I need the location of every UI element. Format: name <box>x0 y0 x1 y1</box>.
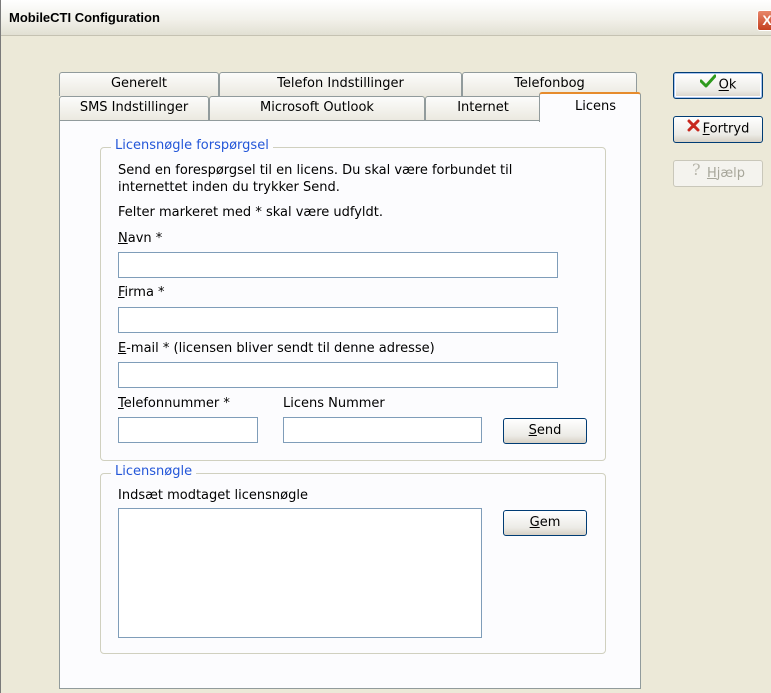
red-x-icon <box>687 117 700 141</box>
close-button[interactable]: X <box>757 10 771 31</box>
phone-label: Telefonnummer * <box>118 396 230 411</box>
name-label-hotkey: N <box>118 231 128 246</box>
cancel-button[interactable]: Fortryd <box>673 116 763 143</box>
name-label-text: avn * <box>127 231 163 246</box>
intro-text-line2: internettet inden du trykker Send. <box>118 180 340 195</box>
help-button: ? Hjælp <box>673 160 763 187</box>
license-number-input[interactable] <box>283 417 482 443</box>
tab-label: Licens <box>574 99 616 114</box>
tab-telefon-indstillinger[interactable]: Telefon Indstillinger <box>219 72 462 96</box>
tab-label: SMS Indstillinger <box>79 100 189 115</box>
ok-button[interactable]: Ok <box>673 72 763 99</box>
name-input[interactable] <box>118 252 558 278</box>
required-note: Felter markeret med * skal være udfyldt. <box>118 205 384 220</box>
email-label-hotkey: E <box>118 341 127 356</box>
tab-label: Telefonbog <box>514 76 585 91</box>
tab-label: Microsoft Outlook <box>260 100 374 115</box>
license-key-legend: Licensnøgle <box>111 464 197 479</box>
ok-label: k <box>728 77 737 93</box>
license-request-legend: Licensnøgle forspørgsel <box>111 138 273 153</box>
tab-label: Internet <box>457 100 509 115</box>
question-mark-icon: ? <box>691 160 704 186</box>
help-hotkey: H <box>706 166 717 181</box>
tab-label: Telefon Indstillinger <box>277 76 404 91</box>
paste-key-label: Indsæt modtaget licensnøgle <box>118 488 308 503</box>
tab-sms-indstillinger[interactable]: SMS Indstillinger <box>59 96 209 120</box>
email-input[interactable] <box>118 362 558 388</box>
license-key-textarea[interactable] <box>118 508 482 638</box>
name-label: Navn * <box>118 231 162 246</box>
tab-label: Generelt <box>110 76 168 91</box>
cancel-hotkey: F <box>702 121 710 137</box>
svg-text:?: ? <box>692 161 701 177</box>
send-button[interactable]: Send <box>503 418 587 444</box>
config-window: MobileCTI Configuration X Generelt Telef… <box>0 0 771 693</box>
tab-internet[interactable]: Internet <box>425 96 541 120</box>
save-hotkey: G <box>529 515 540 530</box>
tab-microsoft-outlook[interactable]: Microsoft Outlook <box>209 96 425 120</box>
email-label: E-mail * (licensen bliver sendt til denn… <box>118 341 435 356</box>
help-label: jælp <box>716 166 746 181</box>
close-icon: X <box>762 12 771 28</box>
license-number-label: Licens Nummer <box>283 396 385 411</box>
tab-generelt[interactable]: Generelt <box>59 72 219 96</box>
tab-licens[interactable]: Licens <box>539 92 641 122</box>
company-label-text: irma * <box>124 285 165 300</box>
company-input[interactable] <box>118 307 558 333</box>
window-title: MobileCTI Configuration <box>9 10 160 25</box>
cancel-label: ortryd <box>709 121 750 137</box>
tab-panel-licens: Licensnøgle forspørgsel Send en forespør… <box>59 120 641 689</box>
save-label: em <box>539 515 561 530</box>
company-label: Firma * <box>118 285 165 300</box>
email-label-text: -mail * (licensen bliver sendt til denne… <box>126 341 435 356</box>
checkmark-icon <box>699 73 717 97</box>
title-bar[interactable]: MobileCTI Configuration X <box>1 0 771 36</box>
intro-text-line1: Send en forespørgsel til en licens. Du s… <box>118 163 513 178</box>
send-label: end <box>536 423 562 438</box>
send-hotkey: S <box>528 423 537 438</box>
phone-input[interactable] <box>118 417 258 443</box>
save-button[interactable]: Gem <box>503 510 587 536</box>
ok-hotkey: O <box>718 77 729 93</box>
phone-label-text: elefonnummer * <box>123 396 230 411</box>
